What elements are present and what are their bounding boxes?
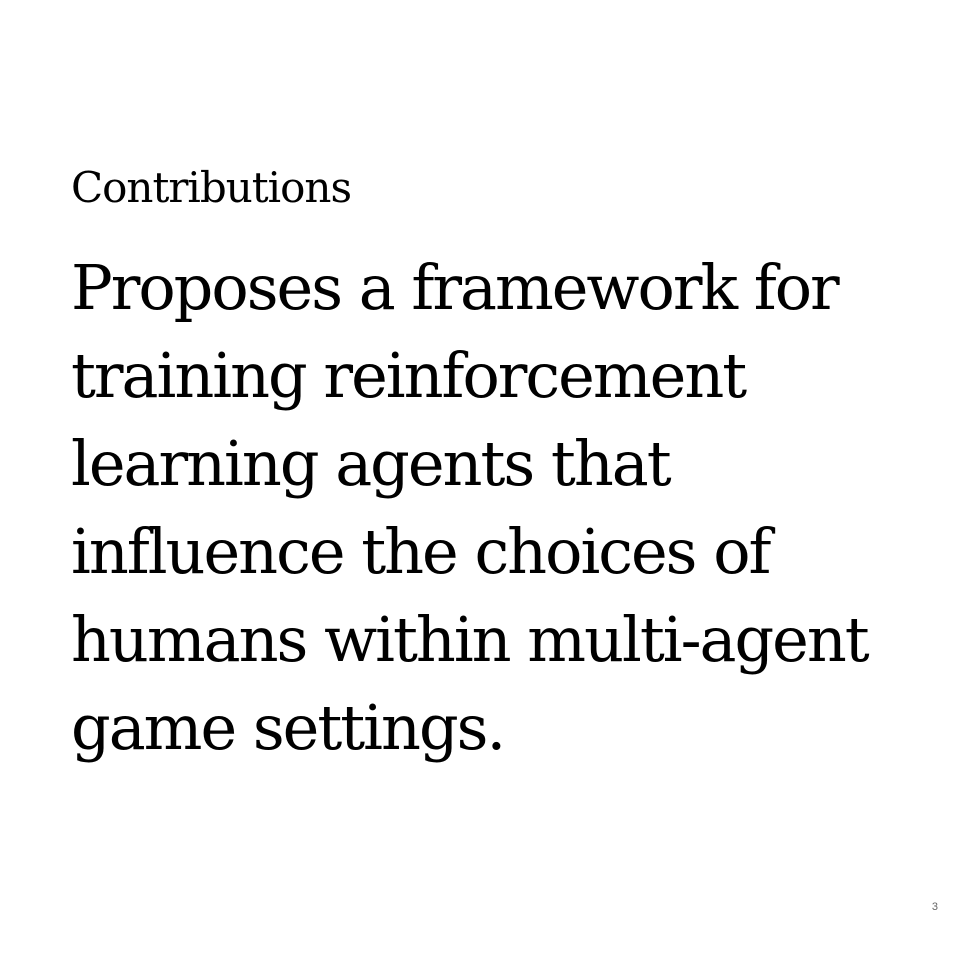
slide-heading: Contributions	[71, 163, 352, 212]
body-line: learning agents that	[71, 427, 672, 500]
body-line: Proposes a framework for	[71, 251, 840, 324]
slide-number: 3	[931, 901, 938, 913]
body-line: training reinforcement	[71, 339, 747, 412]
slide: Contributions Proposes a framework for t…	[0, 0, 960, 960]
slide-body-text: Proposes a framework for training reinfo…	[71, 244, 921, 772]
body-line: humans within multi-agent	[71, 603, 870, 676]
body-line: game settings.	[71, 691, 506, 764]
body-line: influence the choices of	[71, 515, 771, 588]
